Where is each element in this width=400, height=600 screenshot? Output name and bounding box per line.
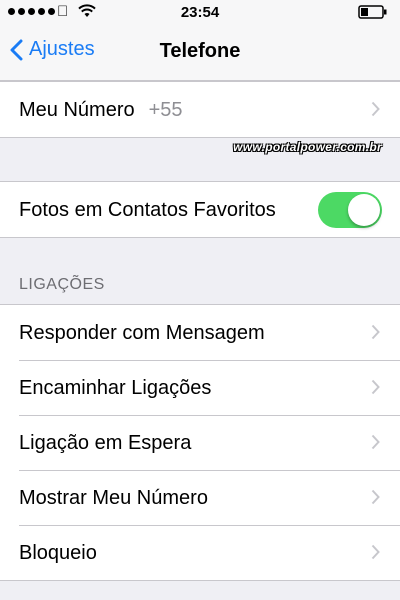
status-bar:  23:54 bbox=[0, 0, 400, 24]
chevron-right-icon bbox=[371, 379, 380, 395]
list-item-label: Mostrar Meu Número bbox=[19, 487, 208, 509]
calls-item-call-waiting[interactable]: Ligação em Espera bbox=[0, 415, 400, 470]
navigation-bar: Ajustes Telefone bbox=[0, 24, 400, 81]
my-number-row[interactable]: Meu Número +55 bbox=[0, 82, 400, 137]
calls-item-show-my-number[interactable]: Mostrar Meu Número bbox=[0, 470, 400, 525]
favorites-photos-label: Fotos em Contatos Favoritos bbox=[19, 199, 276, 221]
calls-group: Responder com Mensagem Encaminhar Ligaçõ… bbox=[0, 304, 400, 581]
chevron-right-icon bbox=[371, 544, 380, 560]
my-number-text: Meu Número +55 bbox=[19, 99, 183, 122]
calls-item-blocking[interactable]: Bloqueio bbox=[0, 525, 400, 580]
chevron-right-icon bbox=[371, 434, 380, 450]
my-number-value: +55 bbox=[148, 99, 183, 121]
chevron-right-icon bbox=[371, 101, 380, 117]
favorites-photos-row: Fotos em Contatos Favoritos bbox=[0, 182, 400, 237]
list-item-label: Ligação em Espera bbox=[19, 432, 192, 454]
list-item-label: Encaminhar Ligações bbox=[19, 377, 212, 399]
watermark: www.portalpower.com.br bbox=[233, 140, 382, 154]
favorites-photos-group: Fotos em Contatos Favoritos bbox=[0, 181, 400, 238]
page-title: Telefone bbox=[159, 40, 241, 62]
status-time: 23:54 bbox=[180, 4, 220, 21]
toggle-knob bbox=[348, 194, 380, 226]
my-number-group: Meu Número +55 bbox=[0, 81, 400, 138]
list-item-label: Bloqueio bbox=[19, 542, 97, 564]
list-item-label: Responder com Mensagem bbox=[19, 322, 265, 344]
chevron-right-icon bbox=[371, 324, 380, 340]
chevron-right-icon bbox=[371, 489, 380, 505]
my-number-label: Meu Número bbox=[19, 99, 135, 121]
calls-section-header: LIGAÇÕES bbox=[19, 276, 105, 293]
calls-item-respond-with-message[interactable]: Responder com Mensagem bbox=[0, 305, 400, 360]
calls-item-call-forwarding[interactable]: Encaminhar Ligações bbox=[0, 360, 400, 415]
favorites-photos-toggle[interactable] bbox=[318, 192, 382, 228]
battery-icon bbox=[358, 5, 387, 19]
